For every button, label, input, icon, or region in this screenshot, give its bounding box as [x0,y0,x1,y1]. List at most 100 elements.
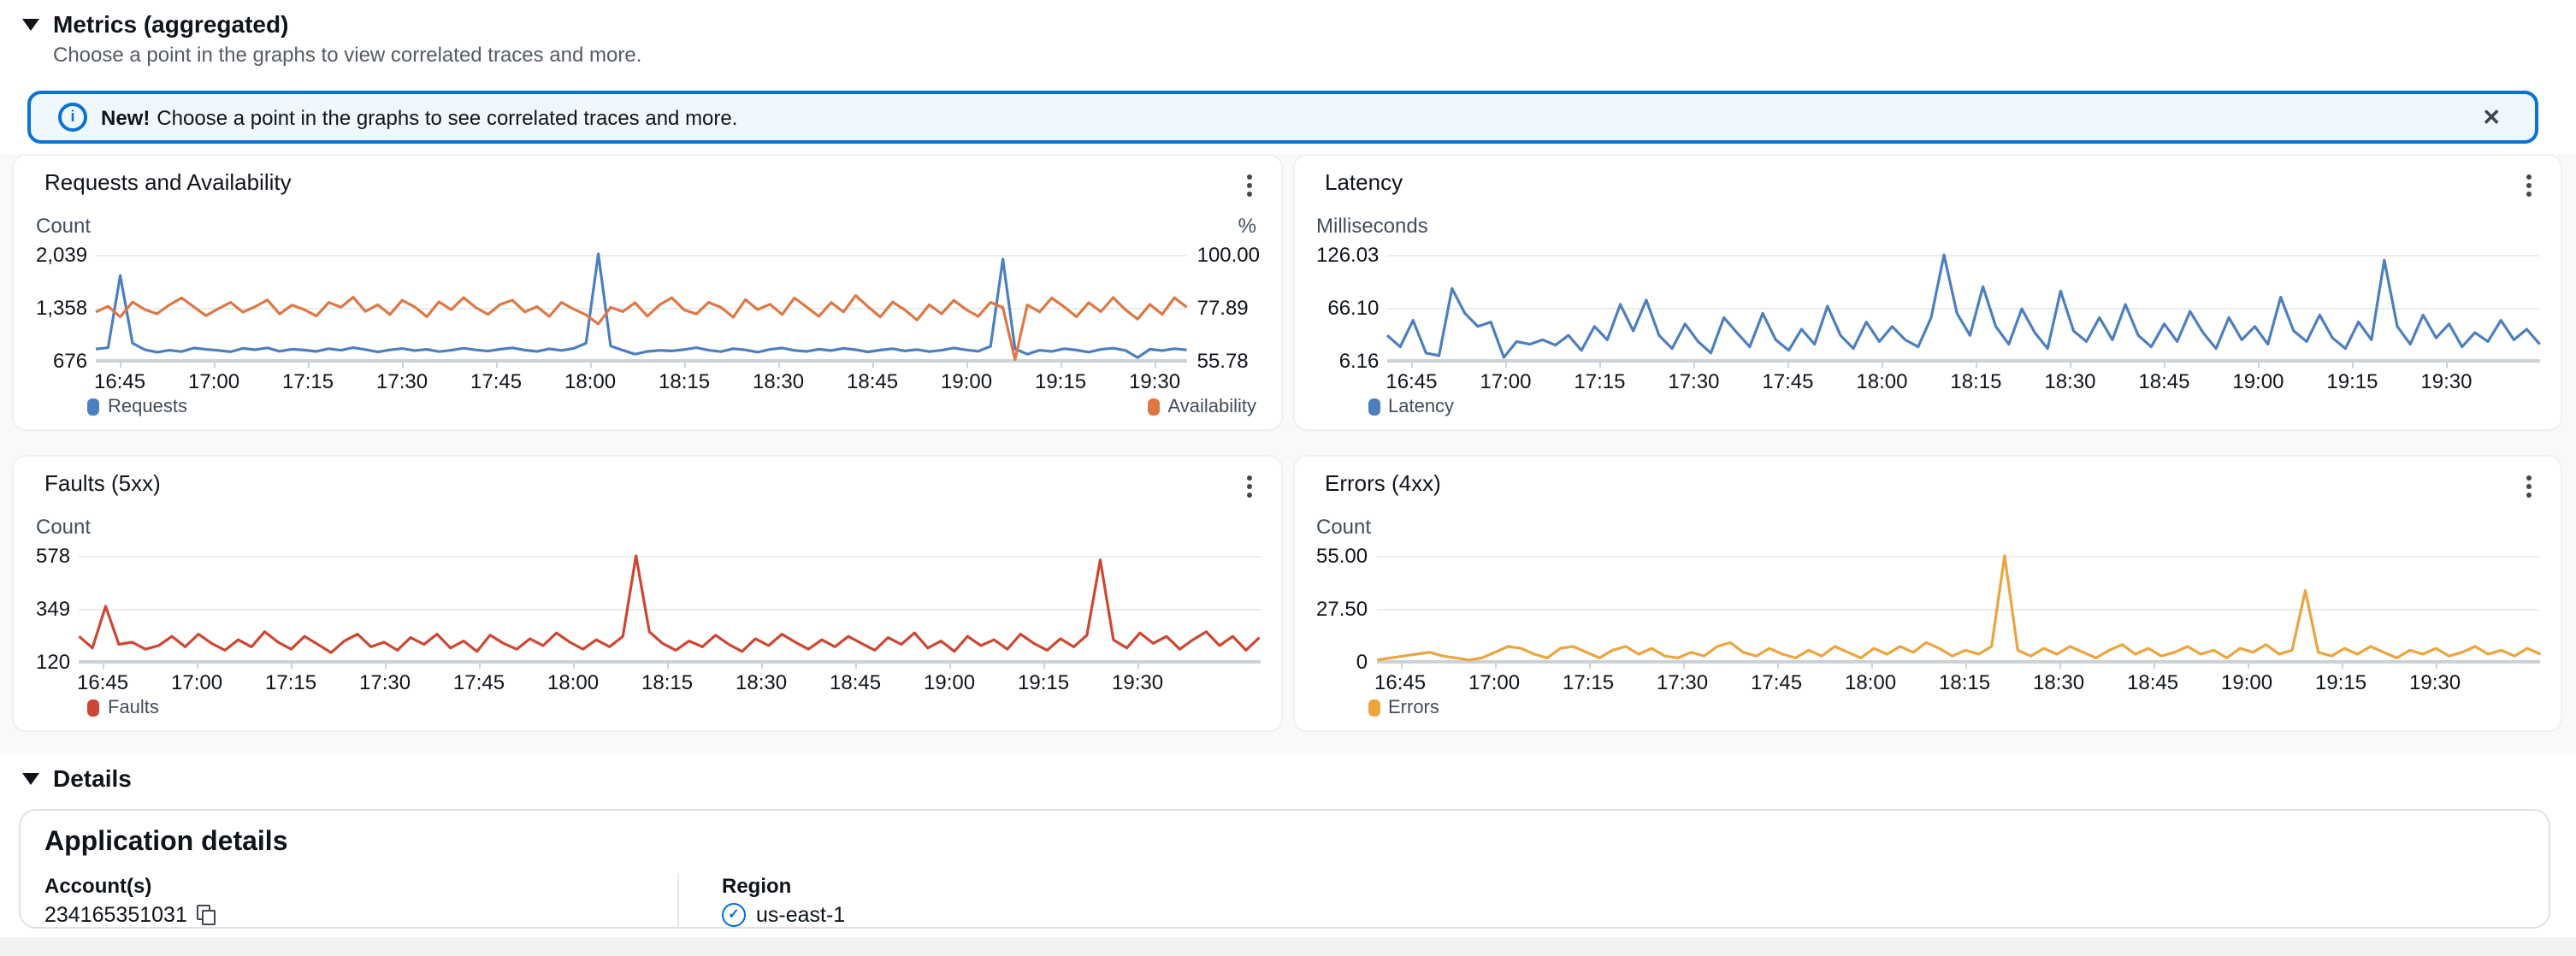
chart-actions-menu-button[interactable] [1238,169,1260,202]
column-divider [677,874,679,927]
plot-area[interactable]: 16:4517:0017:1517:3017:4518:0018:1518:30… [79,549,1260,665]
y-axis-ticks: 578349120 [36,544,79,674]
y-axis-ticks: 126.0366.106.16 [1316,243,1387,373]
chart-card: Faults (5xx) Count 578349120 16:4517:001… [12,455,1282,732]
x-tick-label: 16:45 [1374,670,1426,694]
chart-legend: Faults [87,694,1256,722]
x-tick-label: 17:30 [1657,670,1708,694]
info-banner: i New! Choose a point in the graphs to se… [27,91,2538,144]
banner-close-button[interactable]: ✕ [2475,103,2508,132]
y-axis-unit-label: Milliseconds [1316,214,1428,238]
chart-actions-menu-button[interactable] [1238,470,1260,503]
x-tick-label: 17:45 [453,670,505,694]
x-tick-label: 18:30 [736,670,787,694]
x-tick-mark [1964,664,1966,669]
x-tick-label: 17:00 [188,369,239,393]
legend-color-marker [87,699,99,717]
y2-axis-ticks: 100.0077.8955.78 [1187,243,1260,373]
legend-item[interactable]: Availability [1147,397,1256,417]
chart-actions-menu-button[interactable] [2518,169,2540,202]
line-series [96,248,1187,364]
x-tick-mark [2258,363,2260,368]
x-tick-mark [1682,664,1684,669]
legend-item[interactable]: Errors [1368,698,1439,718]
y-tick-label: 66.10 [1327,296,1379,320]
chart-card: Errors (4xx) Count 55.0027.500 16:4517:0… [1292,455,2562,732]
legend-item[interactable]: Faults [87,698,159,718]
chart-actions-menu-button[interactable] [2518,470,2540,503]
application-details-card: Application details Account(s) 234165351… [19,809,2550,929]
banner-emphasis: New! [101,105,150,129]
x-tick-mark [1494,664,1496,669]
legend-label: Latency [1388,397,1454,417]
x-tick-mark [2341,664,2343,669]
x-tick-label: 18:00 [547,670,599,694]
legend-item[interactable]: Requests [87,397,187,417]
banner-message: Choose a point in the graphs to see corr… [157,105,737,129]
x-tick-label: 18:30 [2044,369,2095,393]
region-value: us-east-1 [756,903,845,927]
x-tick-label: 18:15 [1939,670,1990,694]
y-tick-label: 2,039 [36,243,87,267]
kebab-menu-icon [1246,174,1251,197]
x-tick-mark [2164,363,2165,368]
kebab-menu-icon [1246,475,1251,498]
plot-area[interactable]: 16:4517:0017:1517:3017:4518:0018:1518:30… [96,248,1187,364]
y2-tick-label: 77.89 [1197,296,1249,320]
x-tick-mark [590,363,592,368]
application-details-title: Application details [44,828,2525,859]
legend-label: Availability [1167,397,1256,417]
y-tick-label: 6.16 [1339,349,1380,373]
close-icon: ✕ [2482,104,2501,130]
x-tick-mark [949,664,951,669]
x-tick-label: 19:15 [2315,670,2366,694]
plot-area[interactable]: 16:4517:0017:1517:3017:4518:0018:1518:30… [1376,549,2540,665]
x-tick-mark [778,363,780,368]
x-tick-label: 16:45 [1385,369,1437,393]
y-tick-label: 1,358 [36,296,87,320]
y2-tick-label: 100.00 [1197,243,1260,267]
chart-title: Errors (4xx) [1325,470,1441,496]
accounts-label: Account(s) [44,874,677,898]
copy-icon[interactable] [198,904,218,926]
y-axis-unit-label: Count [1316,515,1371,539]
chart-legend: Latency [1368,393,2537,421]
x-tick-mark [1870,664,1872,669]
y-tick-label: 676 [53,349,87,373]
x-tick-mark [1505,363,1507,368]
legend-label: Faults [108,698,159,718]
x-tick-label: 17:15 [282,369,334,393]
x-tick-label: 16:45 [94,369,145,393]
metrics-section-title: Metrics (aggregated) [53,10,288,38]
banner-text: New! Choose a point in the graphs to see … [101,105,2461,129]
legend-item[interactable]: Latency [1368,397,1454,417]
page-bottom-strip [0,937,2576,956]
x-tick-mark [2435,664,2437,669]
plot-area[interactable]: 16:4517:0017:1517:3017:4518:0018:1518:30… [1387,248,2540,364]
legend-label: Errors [1388,698,1439,718]
x-tick-mark [1400,664,1402,669]
legend-color-marker [1147,398,1159,416]
charts-grid: Requests and Availability Count % 2,0391… [0,154,2576,732]
x-tick-mark [1787,363,1789,368]
x-tick-label: 19:30 [2420,369,2472,393]
legend-color-marker [1368,699,1380,717]
x-tick-label: 17:45 [1751,670,1802,694]
details-section-header[interactable]: Details [0,754,2576,792]
metrics-section-header[interactable]: Metrics (aggregated) [0,0,2576,38]
collapse-triangle-icon [22,18,39,30]
x-tick-mark [872,363,874,368]
chart-title: Faults (5xx) [44,470,161,496]
x-tick-mark [684,363,686,368]
x-tick-label: 18:15 [1950,369,2001,393]
x-tick-mark [2153,664,2154,669]
x-tick-label: 18:45 [847,369,898,393]
x-tick-label: 19:00 [2232,369,2284,393]
x-tick-mark [2446,363,2448,368]
x-tick-label: 19:15 [1018,670,1069,694]
x-tick-mark [308,363,310,368]
x-tick-mark [855,664,857,669]
info-icon: i [58,103,87,132]
x-tick-mark [573,664,575,669]
x-tick-label: 18:45 [2138,369,2189,393]
